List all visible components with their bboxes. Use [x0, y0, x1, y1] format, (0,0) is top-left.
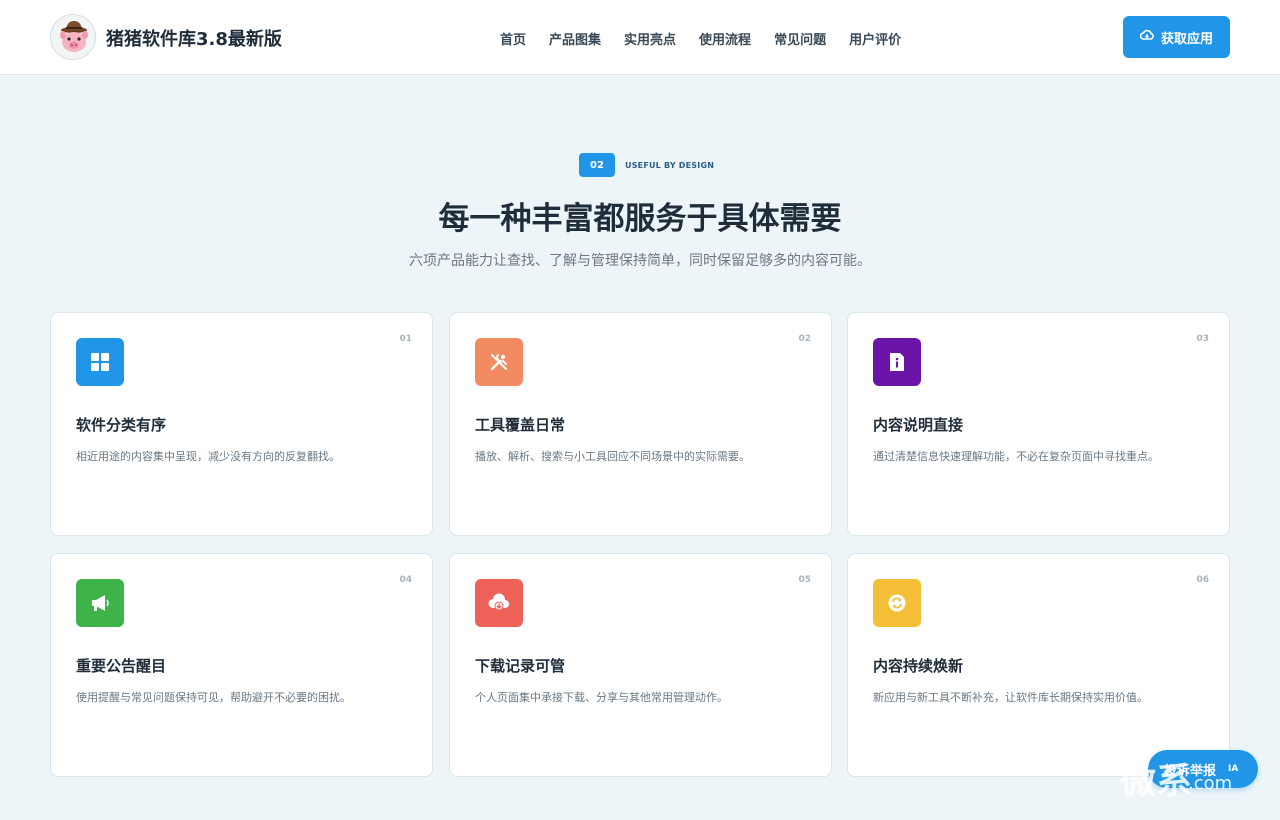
card-title: 工具覆盖日常 [475, 416, 566, 434]
card-title: 内容持续焕新 [873, 657, 964, 675]
nav-item-home[interactable]: 首页 [500, 29, 526, 48]
nav-item-highlights[interactable]: 实用亮点 [624, 29, 676, 48]
get-app-button[interactable]: 获取应用 [1123, 16, 1230, 58]
section-subtitle: 六项产品能力让查找、了解与管理保持简单，同时保留足够多的内容可能。 [409, 253, 871, 269]
brand-name[interactable]: 猪猪软件库3.8最新版 [106, 25, 282, 51]
card-number: 04 [399, 575, 412, 585]
main-nav: 首页 产品图集 实用亮点 使用流程 常见问题 用户评价 [500, 29, 924, 48]
card-description: 使用提醒与常见问题保持可见，帮助避开不必要的困扰。 [76, 691, 351, 704]
pig-logo-icon[interactable] [50, 14, 96, 60]
section-number-badge: 02 [579, 153, 615, 177]
cloud-icon [1139, 28, 1154, 46]
card-title: 内容说明直接 [873, 416, 964, 434]
card-title: 重要公告醒目 [76, 657, 167, 675]
report-tail: IA [1228, 764, 1239, 774]
feature-card-downloads: 05 下载记录可管 个人页面集中承接下载、分享与其他常用管理动作。 [449, 553, 832, 777]
grid-icon [76, 338, 124, 386]
report-button[interactable]: 投诉举报 IA [1148, 750, 1258, 788]
section-eyebrow: USEFUL BY DESIGN [625, 161, 715, 170]
card-number: 05 [798, 575, 811, 585]
nav-item-gallery[interactable]: 产品图集 [549, 29, 601, 48]
top-header: 猪猪软件库3.8最新版 首页 产品图集 实用亮点 使用流程 常见问题 用户评价 … [0, 0, 1280, 75]
card-number: 06 [1196, 575, 1209, 585]
report-label: 投诉举报 [1164, 763, 1217, 779]
nav-item-faq[interactable]: 常见问题 [774, 29, 826, 48]
info-doc-icon [873, 338, 921, 386]
feature-card-content: 03 内容说明直接 通过清楚信息快速理解功能，不必在复杂页面中寻找重点。 [847, 312, 1230, 536]
card-description: 通过清楚信息快速理解功能，不必在复杂页面中寻找重点。 [873, 450, 1159, 463]
feature-card-categories: 01 软件分类有序 相近用途的内容集中呈现，减少没有方向的反复翻找。 [50, 312, 433, 536]
section-title: 每一种丰富都服务于具体需要 [438, 201, 842, 237]
card-description: 播放、解析、搜索与小工具回应不同场景中的实际需要。 [475, 450, 750, 463]
card-description: 相近用途的内容集中呈现，减少没有方向的反复翻找。 [76, 450, 340, 463]
feature-card-tools: 02 工具覆盖日常 播放、解析、搜索与小工具回应不同场景中的实际需要。 [449, 312, 832, 536]
get-app-label: 获取应用 [1160, 31, 1213, 47]
feature-card-updates: 06 内容持续焕新 新应用与新工具不断补充，让软件库长期保持实用价值。 [847, 553, 1230, 777]
card-number: 01 [399, 334, 412, 344]
card-description: 个人页面集中承接下载、分享与其他常用管理动作。 [475, 691, 728, 704]
card-title: 下载记录可管 [475, 657, 566, 675]
refresh-icon [873, 579, 921, 627]
nav-item-reviews[interactable]: 用户评价 [849, 29, 901, 48]
card-number: 02 [798, 334, 811, 344]
card-description: 新应用与新工具不断补充，让软件库长期保持实用价值。 [873, 691, 1148, 704]
card-title: 软件分类有序 [76, 416, 167, 434]
tools-icon [475, 338, 523, 386]
cloud-download-icon [475, 579, 523, 627]
card-number: 03 [1196, 334, 1209, 344]
nav-item-flow[interactable]: 使用流程 [699, 29, 751, 48]
feature-card-notices: 04 重要公告醒目 使用提醒与常见问题保持可见，帮助避开不必要的困扰。 [50, 553, 433, 777]
megaphone-icon [76, 579, 124, 627]
